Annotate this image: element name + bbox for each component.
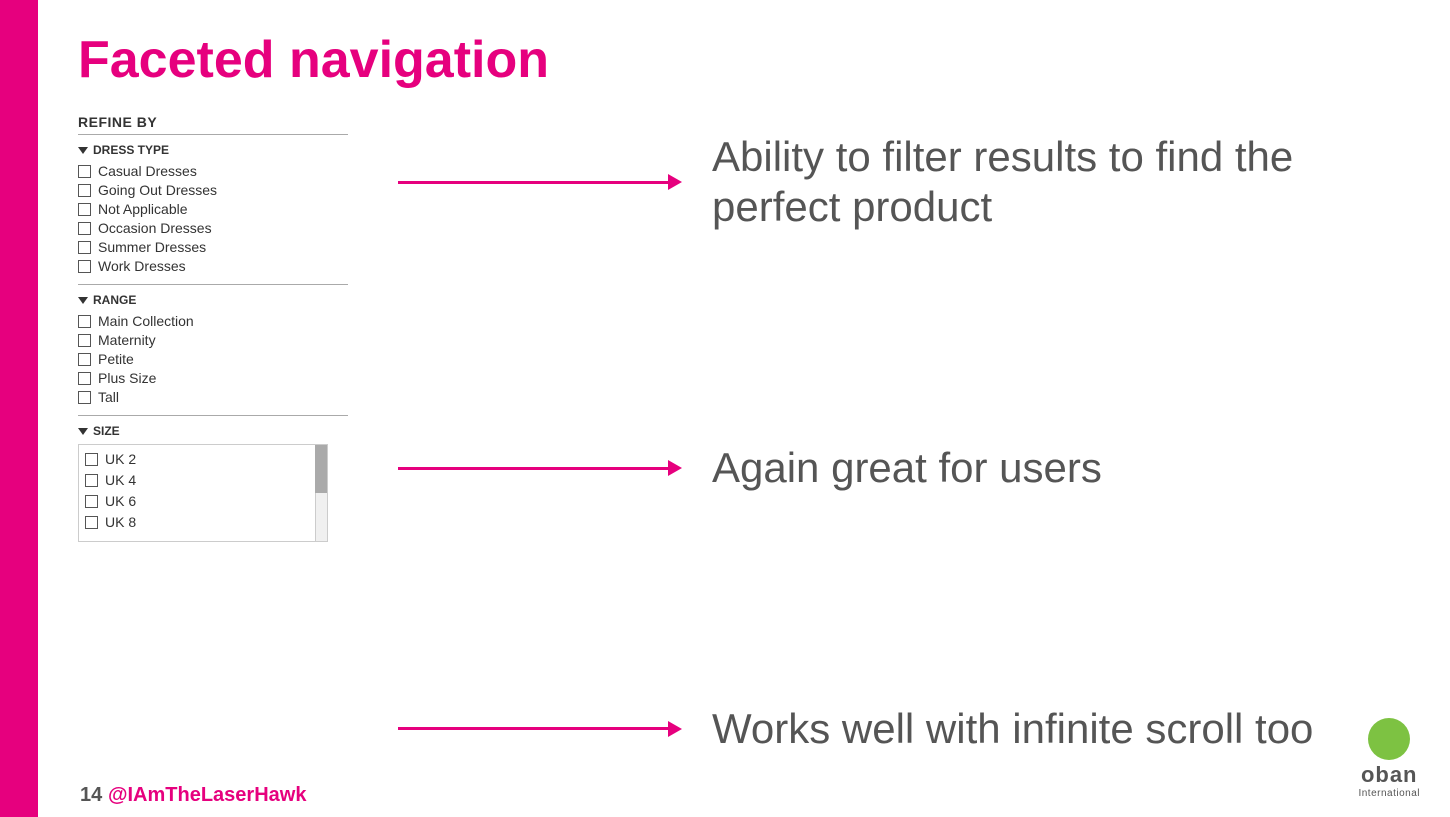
logo-circle [1368,718,1410,760]
list-item[interactable]: Casual Dresses [78,163,398,179]
checkbox-petite[interactable] [78,353,91,366]
range-divider [78,284,348,285]
annotation-row-3: Works well with infinite scroll too [398,704,1400,754]
item-label: Tall [98,389,119,405]
arrow-head-1 [668,174,682,190]
list-item[interactable]: UK 4 [79,472,327,490]
arrow-head-3 [668,721,682,737]
top-divider [78,134,348,135]
checkbox-casual[interactable] [78,165,91,178]
arrow-line-3 [398,721,682,737]
item-label: Occasion Dresses [98,220,212,236]
checkbox-going-out[interactable] [78,184,91,197]
size-scroll-container[interactable]: UK 2 UK 4 UK 6 UK 8 [78,444,328,542]
item-label: Going Out Dresses [98,182,217,198]
item-label: Summer Dresses [98,239,206,255]
item-label: Maternity [98,332,156,348]
size-divider [78,415,348,416]
range-label: RANGE [93,293,136,307]
list-item[interactable]: Tall [78,389,398,405]
item-label: Work Dresses [98,258,186,274]
checkbox-summer[interactable] [78,241,91,254]
scrollbar-thumb[interactable] [315,445,327,493]
checkbox-occasion[interactable] [78,222,91,235]
logo-subtext: International [1358,788,1420,799]
scrollbar-track[interactable] [315,445,327,541]
range-header: RANGE [78,293,398,307]
item-label: UK 2 [105,451,136,467]
checkbox-uk8[interactable] [85,516,98,529]
list-item[interactable]: Petite [78,351,398,367]
list-item[interactable]: Occasion Dresses [78,220,398,236]
item-label: UK 4 [105,472,136,488]
logo: oban International [1358,718,1420,799]
list-item[interactable]: Going Out Dresses [78,182,398,198]
checkbox-uk4[interactable] [85,474,98,487]
dress-type-header: DRESS TYPE [78,143,398,157]
checkbox-main-collection[interactable] [78,315,91,328]
checkbox-tall[interactable] [78,391,91,404]
size-section: SIZE UK 2 UK 4 UK 6 [78,424,398,542]
item-label: Main Collection [98,313,194,329]
dress-type-section: DRESS TYPE Casual Dresses Going Out Dres… [78,143,398,274]
annotation-row-1: Ability to filter results to find the pe… [398,132,1400,233]
slide-number: 14 [80,784,102,807]
list-item[interactable]: UK 6 [79,493,327,511]
annotation-row-2: Again great for users [398,443,1400,493]
slide-title: Faceted navigation [78,30,1400,90]
annotation-text-3: Works well with infinite scroll too [712,704,1313,754]
list-item[interactable]: Summer Dresses [78,239,398,255]
item-label: UK 6 [105,493,136,509]
accent-bar [0,0,38,817]
dress-type-label: DRESS TYPE [93,143,169,157]
arrow-head-2 [668,460,682,476]
annotation-text-2: Again great for users [712,443,1102,493]
list-item[interactable]: UK 2 [79,451,327,469]
filter-panel: REFINE BY DRESS TYPE Casual Dresses Goin… [78,114,398,552]
refine-by-label: REFINE BY [78,114,398,130]
item-label: Casual Dresses [98,163,197,179]
item-label: Plus Size [98,370,156,386]
arrow-line-1 [398,174,682,190]
item-label: UK 8 [105,514,136,530]
slide-content: Faceted navigation REFINE BY DRESS TYPE … [38,0,1450,817]
arrow-body-1 [398,181,668,184]
annotations-panel: Ability to filter results to find the pe… [398,114,1400,754]
list-item[interactable]: Main Collection [78,313,398,329]
chevron-down-icon [78,428,88,435]
arrow-line-2 [398,460,682,476]
chevron-down-icon [78,297,88,304]
item-label: Petite [98,351,134,367]
checkbox-uk2[interactable] [85,453,98,466]
list-item[interactable]: Maternity [78,332,398,348]
range-section: RANGE Main Collection Maternity Petite P… [78,293,398,405]
checkbox-plus-size[interactable] [78,372,91,385]
twitter-handle: @IAmTheLaserHawk [108,784,306,807]
size-header: SIZE [78,424,398,438]
logo-text: oban [1361,762,1418,788]
chevron-down-icon [78,147,88,154]
arrow-body-3 [398,727,668,730]
list-item[interactable]: Not Applicable [78,201,398,217]
checkbox-not-applicable[interactable] [78,203,91,216]
main-layout: REFINE BY DRESS TYPE Casual Dresses Goin… [78,114,1400,754]
checkbox-uk6[interactable] [85,495,98,508]
arrow-body-2 [398,467,668,470]
list-item[interactable]: Work Dresses [78,258,398,274]
checkbox-maternity[interactable] [78,334,91,347]
item-label: Not Applicable [98,201,188,217]
list-item[interactable]: UK 8 [79,514,327,532]
size-label: SIZE [93,424,120,438]
annotation-text-1: Ability to filter results to find the pe… [712,132,1352,233]
checkbox-work[interactable] [78,260,91,273]
list-item[interactable]: Plus Size [78,370,398,386]
